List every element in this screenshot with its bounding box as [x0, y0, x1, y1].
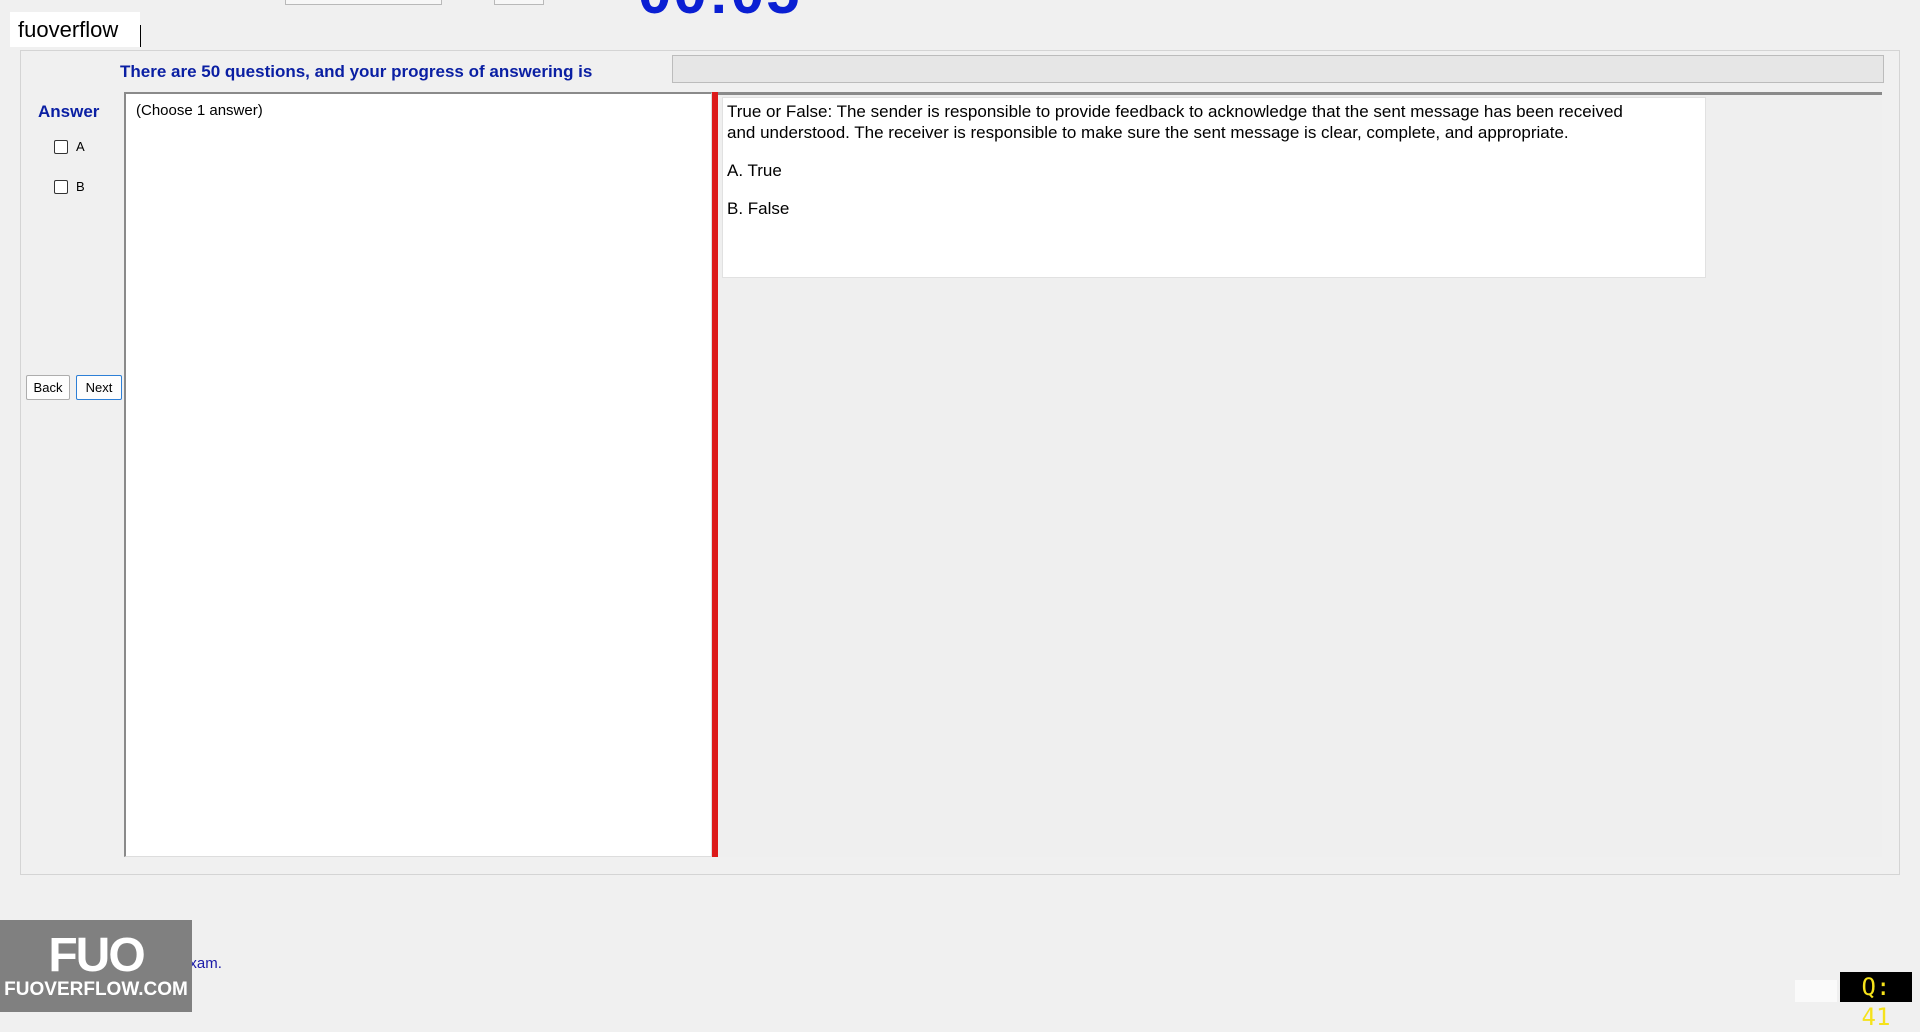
answer-option-a[interactable]: A	[54, 139, 85, 154]
back-button[interactable]: Back	[26, 375, 70, 400]
logo-mark: FUO	[48, 929, 145, 982]
progress-label: There are 50 questions, and your progres…	[120, 62, 593, 81]
logo-site: FUOVERFLOW.COM	[4, 979, 188, 1000]
checkbox-a[interactable]	[54, 139, 68, 154]
answer-option-a-label: A	[76, 139, 85, 154]
progress-bar	[672, 55, 1884, 83]
top-combo-box[interactable]	[285, 0, 442, 5]
next-button[interactable]: Next	[76, 375, 122, 400]
checkbox-b[interactable]	[54, 179, 68, 194]
text-caret	[140, 25, 141, 47]
answer-instruction-pane: (Choose 1 answer)	[124, 92, 712, 857]
question-number-badge: Q: 41	[1840, 972, 1912, 1031]
watermark-text-box[interactable]: fuoverflow	[10, 12, 140, 47]
answer-option-b-label: B	[76, 179, 85, 194]
answer-title: Answer	[38, 102, 100, 121]
question-text: True or False: The sender is responsible…	[727, 102, 1623, 142]
fuoverflow-logo: FUO FUOVERFLOW.COM	[0, 920, 192, 1012]
question-choice-a: A. True	[727, 161, 782, 180]
answer-option-b[interactable]: B	[54, 179, 85, 194]
question-choice-b: B. False	[727, 199, 790, 218]
exam-timer: 00:05	[638, 0, 801, 27]
choose-instruction: (Choose 1 answer)	[136, 102, 263, 119]
bottom-field[interactable]	[1795, 980, 1837, 1002]
question-box: True or False: The sender is responsible…	[722, 97, 1706, 278]
top-small-box[interactable]	[494, 0, 544, 5]
